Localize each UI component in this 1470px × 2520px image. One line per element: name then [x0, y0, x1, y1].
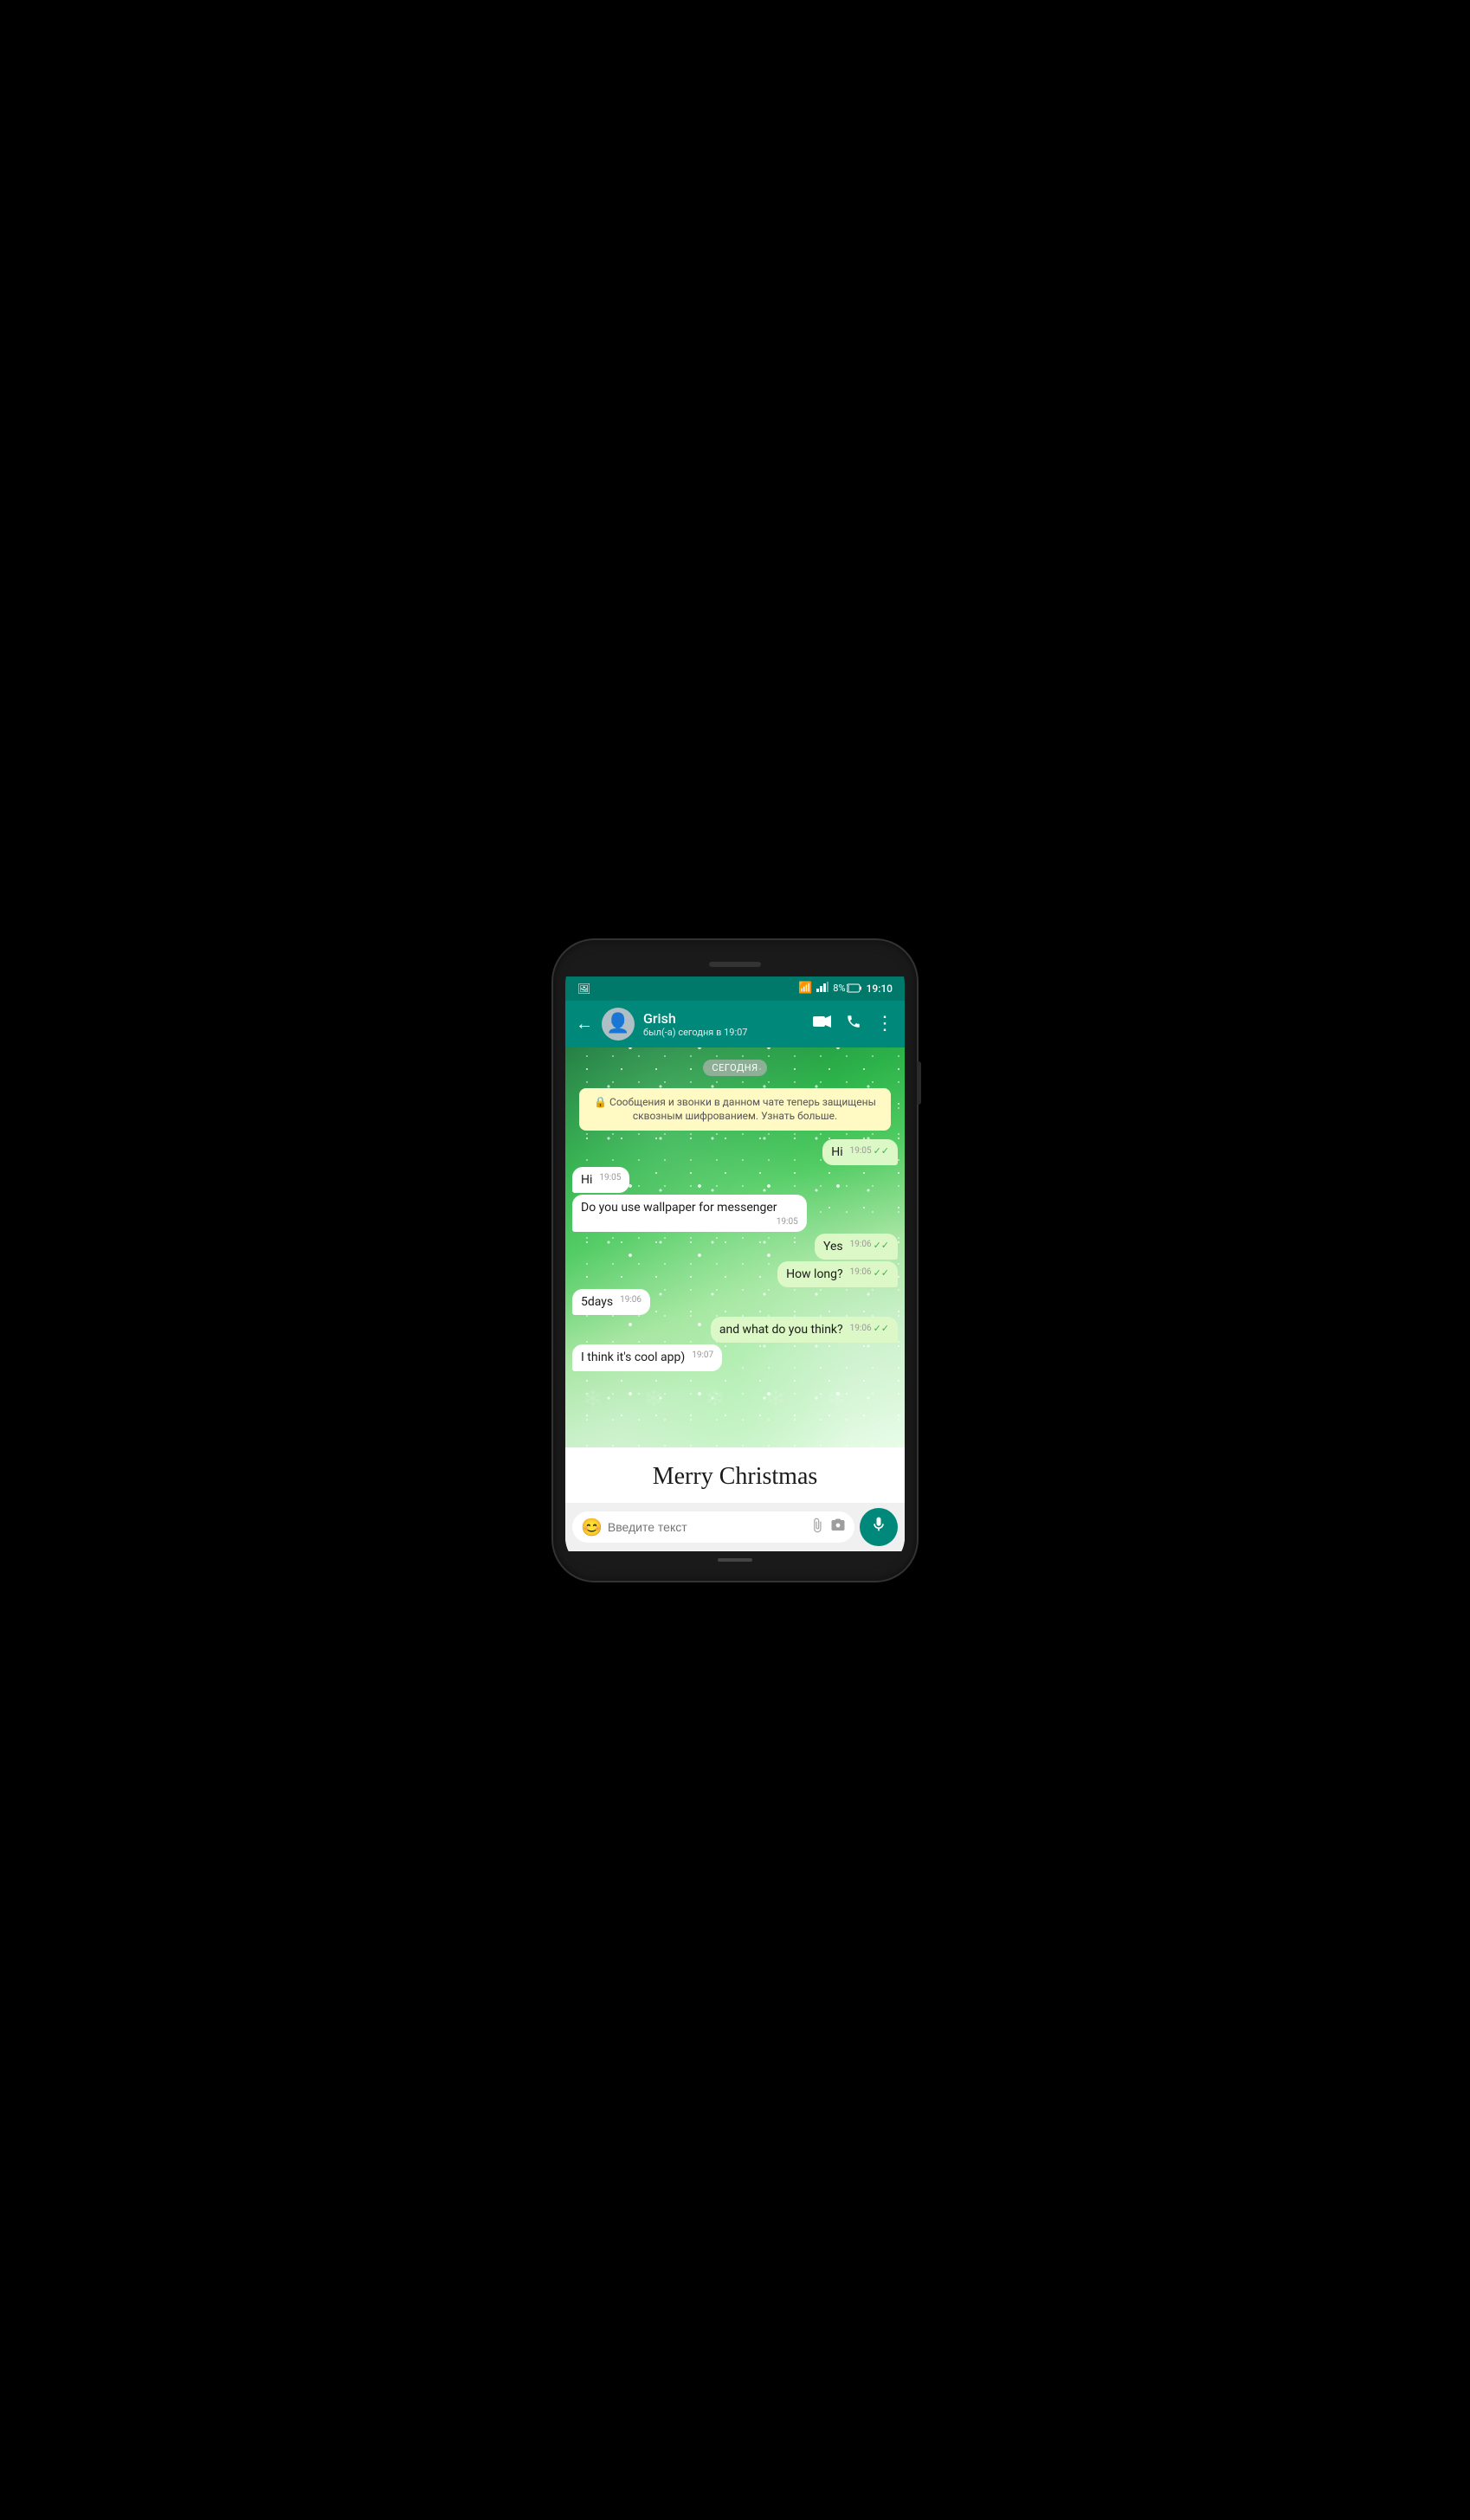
message-text: How long?	[786, 1267, 843, 1281]
header-actions: ⋮	[813, 1013, 894, 1034]
message-ticks: ✓✓	[874, 1324, 889, 1333]
message-time: 19:05	[777, 1218, 798, 1227]
phone-device: 🖼 📶 8%	[553, 940, 917, 1581]
message-meta: 19:06✓✓	[850, 1241, 889, 1250]
date-badge: СЕГОДНЯ	[703, 1060, 766, 1076]
message-row: Do you use wallpaper for messenger19:05	[572, 1195, 898, 1231]
avatar-icon: 👤	[606, 1013, 629, 1034]
message-bubble: 5days 19:06	[572, 1289, 650, 1315]
phone-notch	[565, 952, 905, 976]
chat-header: ← 👤 Grish был(-а) сегодня в 19:07	[565, 1001, 905, 1047]
message-text: I think it's cool app)	[581, 1350, 685, 1364]
message-row: How long? 19:06✓✓	[572, 1261, 898, 1287]
message-bubble: Yes 19:06✓✓	[815, 1234, 898, 1260]
message-row: Yes 19:06✓✓	[572, 1234, 898, 1260]
message-time: 19:07	[692, 1351, 713, 1360]
message-ticks: ✓✓	[874, 1241, 889, 1250]
attach-button[interactable]	[809, 1517, 825, 1537]
contact-info: Grish был(-а) сегодня в 19:07	[643, 1010, 804, 1038]
message-ticks: ✓✓	[874, 1268, 889, 1278]
text-input-wrap: 😊	[572, 1511, 854, 1543]
message-text: Yes	[823, 1240, 843, 1254]
message-text: Do you use wallpaper for messenger	[581, 1201, 777, 1215]
message-row: Hi 19:05	[572, 1167, 898, 1193]
camera-button[interactable]	[830, 1517, 846, 1537]
message-meta: 19:06✓✓	[850, 1324, 889, 1333]
avatar: 👤	[602, 1008, 635, 1041]
phone-bottom	[565, 1551, 905, 1569]
message-time: 19:05	[599, 1174, 621, 1183]
time-display: 19:10	[867, 983, 893, 995]
home-indicator	[718, 1558, 752, 1562]
message-bubble: Hi 19:05	[572, 1167, 629, 1193]
message-bubble: and what do you think? 19:06✓✓	[711, 1317, 898, 1343]
phone-screen: 🖼 📶 8%	[565, 952, 905, 1569]
message-bubble: How long? 19:06✓✓	[777, 1261, 898, 1287]
more-options-button[interactable]: ⋮	[875, 1013, 894, 1034]
phone-call-button[interactable]	[846, 1014, 861, 1034]
message-time: 19:06	[850, 1241, 872, 1249]
signal-icon	[816, 982, 828, 996]
message-time: 19:06	[850, 1324, 872, 1333]
status-left: 🖼	[577, 983, 590, 995]
message-meta: 19:07	[692, 1351, 713, 1360]
message-time: 19:06	[850, 1268, 872, 1277]
merry-christmas-display: Merry Christmas	[565, 1451, 905, 1503]
message-meta: 19:05	[599, 1174, 621, 1183]
message-meta: 19:06	[620, 1296, 642, 1305]
status-right: 📶 8% 19:10	[798, 982, 893, 996]
input-row: 😊	[565, 1503, 905, 1551]
message-row: 5days 19:06	[572, 1289, 898, 1315]
message-text: 5days	[581, 1295, 613, 1309]
merry-christmas-section: Merry Christmas 😊	[565, 1447, 905, 1551]
message-ticks: ✓✓	[874, 1146, 889, 1156]
messages-container: Hi19:05✓✓Hi19:05Do you use wallpaper for…	[572, 1138, 898, 1373]
battery-icon: 8%	[833, 983, 861, 994]
message-row: Hi 19:05✓✓	[572, 1139, 898, 1165]
notification-icon: 🖼	[577, 983, 590, 995]
message-row: I think it's cool app) 19:07	[572, 1344, 898, 1370]
chat-content: СЕГОДНЯ 🔒 Сообщения и звонки в данном ча…	[565, 1047, 905, 1380]
mic-button[interactable]	[860, 1508, 898, 1546]
message-meta: 19:06✓✓	[850, 1268, 889, 1278]
contact-status: был(-а) сегодня в 19:07	[643, 1027, 804, 1038]
system-message: 🔒 Сообщения и звонки в данном чате тепер…	[579, 1088, 891, 1131]
speaker-grille	[709, 962, 761, 967]
wifi-icon: 📶	[798, 982, 812, 995]
message-row: and what do you think? 19:06✓✓	[572, 1317, 898, 1343]
message-time: 19:06	[620, 1296, 642, 1305]
message-time: 19:05	[850, 1147, 872, 1156]
message-meta: 19:05✓✓	[850, 1146, 889, 1156]
message-text: Hi	[831, 1145, 842, 1159]
mic-icon	[870, 1516, 887, 1537]
back-button[interactable]: ←	[576, 1013, 593, 1034]
message-text: Hi	[581, 1173, 592, 1187]
message-text: and what do you think?	[719, 1323, 843, 1337]
message-input[interactable]	[608, 1520, 804, 1534]
message-bubble: Hi 19:05✓✓	[822, 1139, 898, 1165]
status-bar: 🖼 📶 8%	[565, 976, 905, 1001]
message-meta: 19:05	[777, 1218, 798, 1227]
video-call-button[interactable]	[813, 1015, 832, 1033]
emoji-button[interactable]: 😊	[581, 1517, 603, 1537]
contact-name: Grish	[643, 1010, 804, 1027]
chat-area: СЕГОДНЯ 🔒 Сообщения и звонки в данном ча…	[565, 1047, 905, 1447]
message-bubble: I think it's cool app) 19:07	[572, 1344, 722, 1370]
merry-christmas-text: Merry Christmas	[565, 1460, 905, 1494]
message-bubble: Do you use wallpaper for messenger19:05	[572, 1195, 807, 1231]
